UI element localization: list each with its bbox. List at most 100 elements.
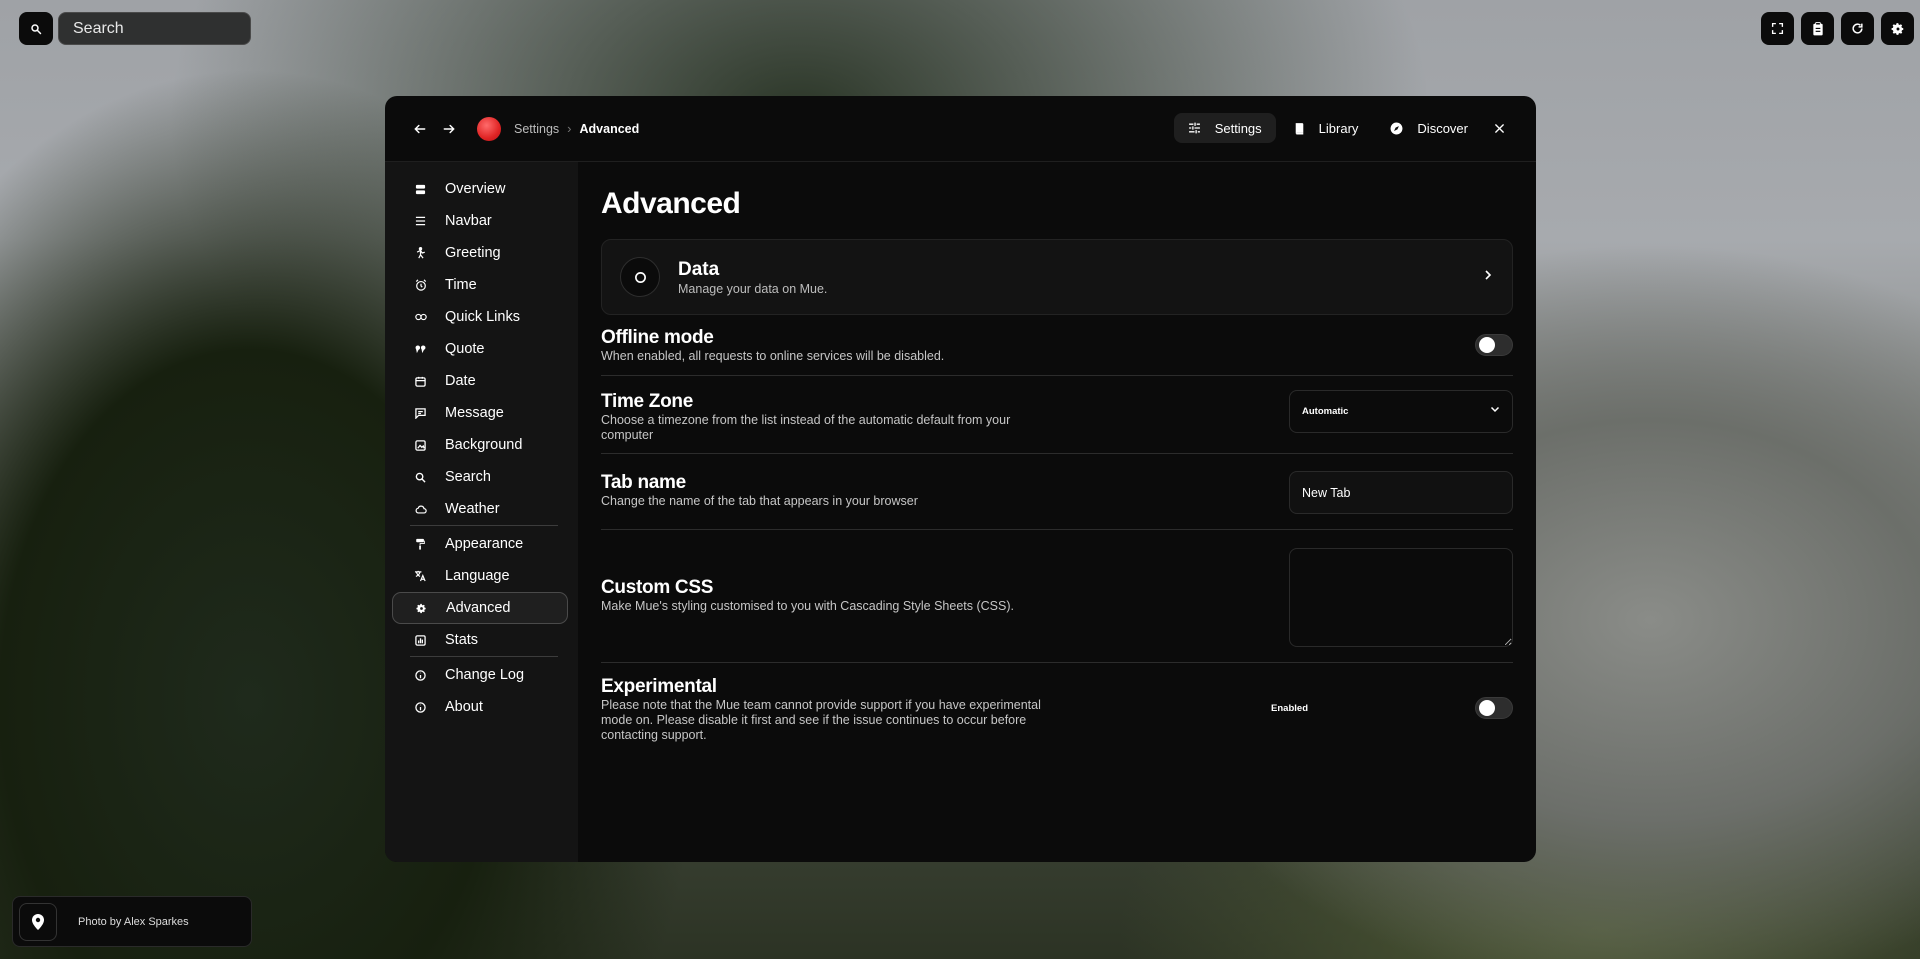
clipboard-icon — [1812, 21, 1824, 36]
chevron-right-icon — [1484, 269, 1492, 281]
sidebar-item-label: Background — [445, 437, 523, 453]
sidebar-item-label: About — [445, 699, 483, 715]
experimental-toggle[interactable] — [1475, 697, 1513, 719]
translate-icon — [414, 570, 427, 582]
sidebar-item-overview[interactable]: Overview — [392, 173, 568, 205]
experimental-row: Experimental Please note that the Mue te… — [601, 663, 1513, 753]
sidebar-item-quick-links[interactable]: Quick Links — [392, 301, 568, 333]
tab-settings[interactable]: Settings — [1173, 113, 1276, 143]
refresh-button[interactable] — [1841, 12, 1874, 45]
data-card[interactable]: Data Manage your data on Mue. — [601, 239, 1513, 315]
sidebar-item-label: Advanced — [446, 600, 511, 616]
settings-button[interactable] — [1881, 12, 1914, 45]
link-icon — [414, 313, 427, 321]
settings-modal: Settings › Advanced Settings Library Dis… — [385, 96, 1536, 862]
book-icon — [1294, 122, 1305, 135]
chevron-down-icon — [1490, 406, 1500, 413]
tab-library-label: Library — [1318, 120, 1359, 136]
timezone-desc: Choose a timezone from the list instead … — [601, 413, 1011, 442]
message-icon — [414, 407, 427, 419]
back-arrow-icon[interactable] — [409, 118, 431, 140]
sidebar-item-label: Greeting — [445, 245, 501, 261]
notes-button[interactable] — [1801, 12, 1834, 45]
sidebar-item-label: Stats — [445, 632, 479, 648]
data-icon-wrapper — [620, 257, 660, 297]
sidebar-item-stats[interactable]: Stats — [392, 624, 568, 656]
forward-arrow-icon[interactable] — [438, 118, 460, 140]
sidebar-item-label: Time — [445, 277, 477, 293]
overview-icon — [414, 184, 427, 195]
tab-discover[interactable]: Discover — [1376, 113, 1482, 143]
sidebar-item-label: Quick Links — [445, 309, 520, 325]
sidebar-item-greeting[interactable]: Greeting — [392, 237, 568, 269]
sidebar-item-message[interactable]: Message — [392, 397, 568, 429]
sidebar-item-date[interactable]: Date — [392, 365, 568, 397]
refresh-icon — [1851, 22, 1864, 35]
tab-name-desc: Change the name of the tab that appears … — [601, 494, 918, 508]
close-button[interactable] — [1484, 113, 1514, 143]
sidebar-item-quote[interactable]: Quote — [392, 333, 568, 365]
experimental-title: Experimental — [601, 676, 717, 697]
tab-name-input[interactable] — [1289, 471, 1513, 514]
chart-icon — [414, 634, 427, 646]
close-icon — [1494, 123, 1505, 134]
calendar-icon — [414, 376, 427, 387]
data-card-text: Data Manage your data on Mue. — [678, 259, 827, 296]
search-icon — [414, 472, 427, 483]
toggle-knob — [1479, 337, 1495, 353]
sidebar-item-label: Language — [445, 568, 510, 584]
offline-mode-desc: When enabled, all requests to online ser… — [601, 349, 945, 363]
breadcrumb: Settings › Advanced — [514, 121, 639, 136]
timezone-selected-value: Automatic — [1302, 406, 1349, 417]
info-icon — [414, 701, 427, 713]
sidebar-item-search[interactable]: Search — [392, 461, 568, 493]
tab-name-row: Tab name Change the name of the tab that… — [601, 454, 1513, 530]
photo-credit: Photo by Alex Sparkes — [12, 896, 252, 947]
timezone-row: Time Zone Choose a timezone from the lis… — [601, 376, 1513, 454]
sidebar-item-label: Overview — [445, 181, 506, 197]
sidebar-item-label: Quote — [445, 341, 485, 357]
custom-css-textarea[interactable] — [1289, 548, 1513, 647]
fullscreen-button[interactable] — [1761, 12, 1794, 45]
data-card-title: Data — [678, 258, 720, 280]
image-icon — [414, 439, 427, 451]
breadcrumb-root[interactable]: Settings — [514, 122, 559, 136]
custom-css-desc: Make Mue's styling customised to you wit… — [601, 599, 1014, 613]
search-input[interactable] — [58, 12, 251, 45]
sidebar-item-weather[interactable]: Weather — [392, 493, 568, 525]
timezone-select[interactable]: Automatic — [1289, 390, 1513, 433]
experimental-enabled-label: Enabled — [1271, 703, 1308, 714]
wave-icon — [414, 247, 427, 259]
sidebar-item-advanced[interactable]: Advanced — [392, 592, 568, 624]
gear-icon — [1891, 22, 1905, 36]
sidebar-item-label: Change Log — [445, 667, 525, 683]
sidebar-item-language[interactable]: Language — [392, 560, 568, 592]
sidebar-item-time[interactable]: Time — [392, 269, 568, 301]
settings-content: Advanced Data Manage your data on Mue. O… — [601, 162, 1513, 862]
cloud-icon — [414, 505, 427, 514]
sidebar-item-about[interactable]: About — [392, 691, 568, 723]
sidebar-item-change-log[interactable]: Change Log — [392, 659, 568, 691]
location-button[interactable] — [19, 902, 57, 941]
sidebar-item-label: Date — [445, 373, 476, 389]
sidebar-item-label: Search — [445, 469, 491, 485]
search-button[interactable] — [19, 12, 53, 45]
compass-icon — [1390, 122, 1403, 135]
sidebar-divider — [410, 656, 558, 657]
location-pin-icon — [32, 913, 44, 930]
loading-circle-icon — [634, 271, 647, 284]
photo-credit-text: Photo by Alex Sparkes — [78, 915, 189, 928]
experimental-text: Experimental Please note that the Mue te… — [601, 663, 1513, 743]
offline-mode-row: Offline mode When enabled, all requests … — [601, 315, 1513, 376]
quote-icon — [414, 344, 427, 354]
page-title: Advanced — [601, 187, 741, 220]
info-icon — [414, 669, 427, 681]
tab-library[interactable]: Library — [1280, 113, 1373, 143]
sidebar-item-label: Navbar — [445, 213, 492, 229]
toggle-knob — [1479, 700, 1495, 716]
offline-mode-toggle[interactable] — [1475, 334, 1513, 356]
sidebar-item-background[interactable]: Background — [392, 429, 568, 461]
sidebar-item-navbar[interactable]: Navbar — [392, 205, 568, 237]
sidebar-item-label: Message — [445, 405, 504, 421]
sidebar-item-appearance[interactable]: Appearance — [392, 528, 568, 560]
